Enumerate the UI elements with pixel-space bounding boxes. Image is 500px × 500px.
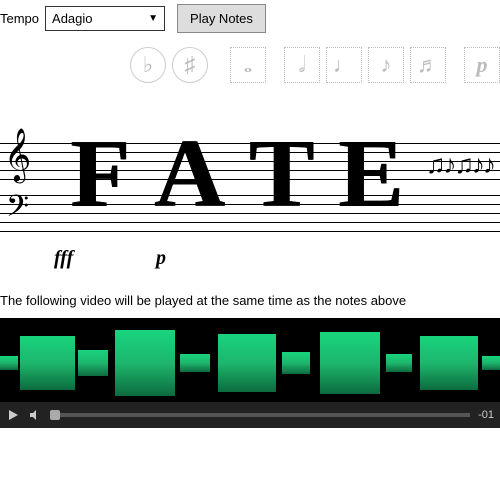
play-notes-button[interactable]: Play Notes	[177, 4, 266, 33]
chevron-down-icon: ▼	[148, 13, 158, 24]
sharp-button[interactable]: ♯	[172, 47, 208, 83]
waveform-display	[0, 326, 500, 400]
letter-e: E	[338, 133, 399, 216]
flat-button[interactable]: ♭	[130, 47, 166, 83]
whole-note-button[interactable]: 𝅝	[230, 47, 266, 83]
note-toolbar: ♭ ♯ 𝅝 𝅗𝅥 ♩ ♪ ♬ p	[0, 41, 500, 95]
video-player: -01	[0, 318, 500, 428]
tempo-value: Adagio	[52, 11, 92, 26]
dynamic-p-button[interactable]: p	[464, 47, 500, 83]
music-score: 𝄞 𝄢 F A T E ♫♪♫♪♪ fff p	[0, 105, 500, 275]
trailing-notes: ♫♪♫♪♪	[426, 149, 494, 180]
letter-t: T	[249, 133, 310, 216]
progress-bar[interactable]	[50, 413, 470, 417]
sixteenth-note-icon: ♬	[417, 52, 439, 78]
caption-text: The following video will be played at th…	[0, 293, 500, 308]
quarter-note-icon: ♩	[333, 52, 355, 78]
tempo-label: Tempo	[0, 11, 39, 26]
letter-a: A	[154, 133, 221, 216]
letter-f: F	[70, 133, 126, 216]
half-note-icon: 𝅗𝅥	[299, 52, 306, 78]
treble-clef-icon: 𝄞	[4, 131, 31, 177]
whole-note-icon: 𝅝	[244, 52, 253, 78]
video-controls: -01	[0, 402, 500, 428]
dynamic-fff: fff	[54, 247, 73, 270]
top-controls: Tempo Adagio ▼ Play Notes	[0, 0, 500, 41]
bass-clef-icon: 𝄢	[6, 189, 29, 232]
eighth-note-button[interactable]: ♪	[368, 47, 404, 83]
time-remaining: -01	[478, 409, 494, 421]
dynamic-p-icon: p	[477, 52, 488, 78]
tempo-group: Tempo Adagio ▼	[0, 6, 165, 31]
dynamic-p: p	[156, 247, 166, 270]
play-button[interactable]	[6, 408, 20, 422]
tempo-select[interactable]: Adagio ▼	[45, 6, 165, 31]
sharp-icon: ♯	[185, 52, 196, 78]
fate-notation: F A T E	[70, 133, 399, 216]
volume-button[interactable]	[28, 408, 42, 422]
eighth-note-icon: ♪	[381, 52, 392, 78]
flat-icon: ♭	[143, 52, 153, 78]
sixteenth-note-button[interactable]: ♬	[410, 47, 446, 83]
half-note-button[interactable]: 𝅗𝅥	[284, 47, 320, 83]
quarter-note-button[interactable]: ♩	[326, 47, 362, 83]
progress-thumb[interactable]	[50, 410, 60, 420]
